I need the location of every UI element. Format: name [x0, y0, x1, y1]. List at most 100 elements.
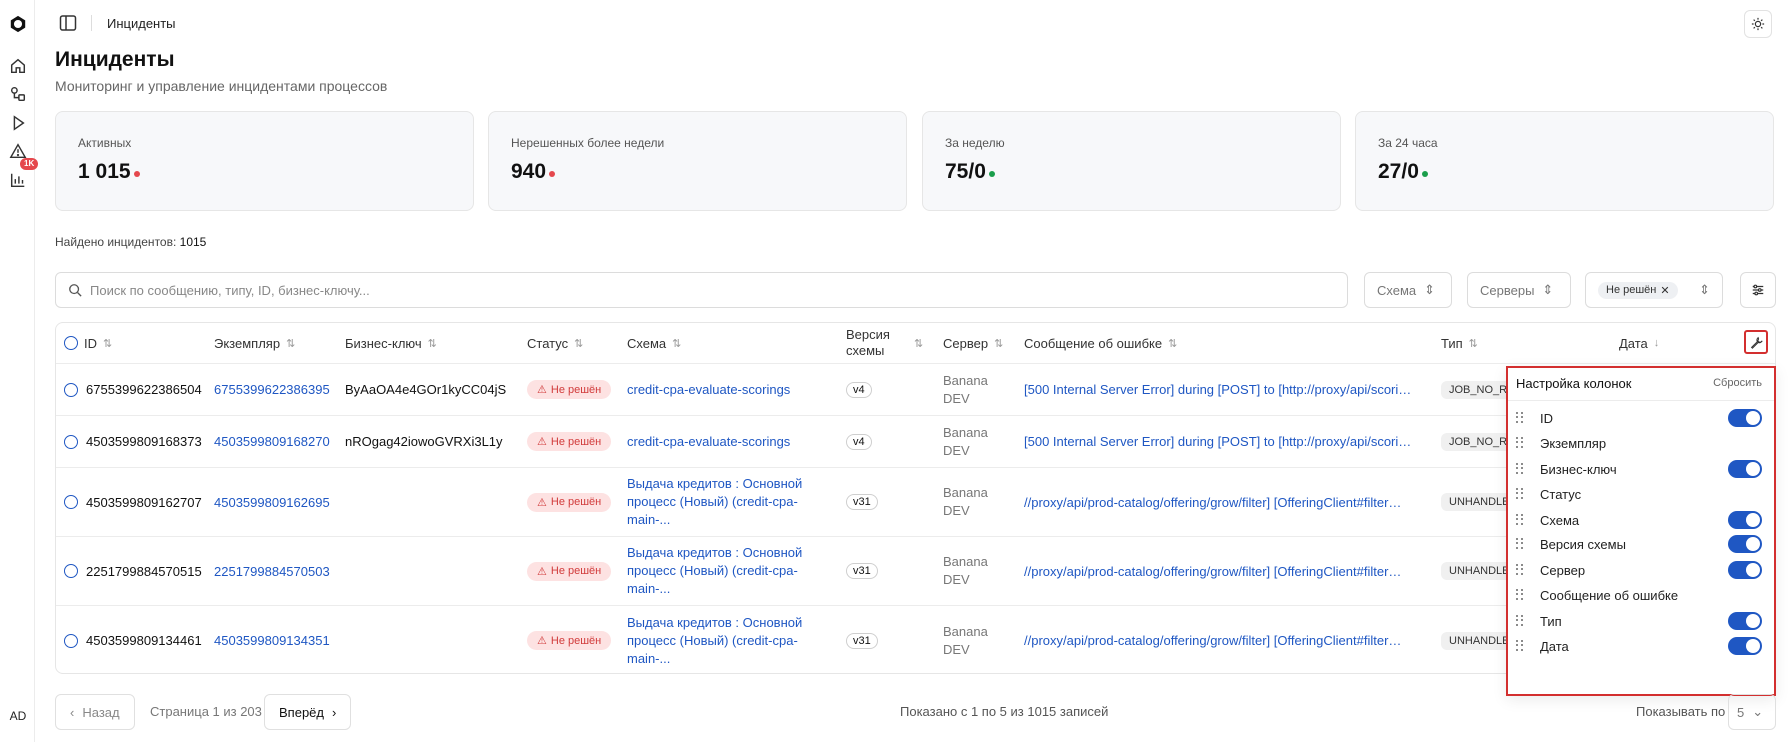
- column-option-id[interactable]: ID: [1516, 407, 1766, 429]
- logo-icon[interactable]: [8, 14, 28, 34]
- drag-handle-icon[interactable]: [1516, 589, 1524, 601]
- drag-handle-icon[interactable]: [1516, 640, 1524, 652]
- cell-schema-link[interactable]: credit-cpa-evaluate-scorings: [627, 364, 790, 415]
- column-settings-popover: Настройка колонок Сбросить ID Экземпляр …: [1506, 366, 1776, 696]
- cell-error-link[interactable]: //proxy/api/prod-catalog/offering/grow/f…: [1024, 468, 1401, 536]
- drag-handle-icon[interactable]: [1516, 615, 1524, 627]
- cell-id: 4503599809168373: [64, 416, 202, 467]
- drag-handle-icon[interactable]: [1516, 412, 1524, 424]
- drag-handle-icon[interactable]: [1516, 437, 1524, 449]
- status-dot: [988, 171, 995, 177]
- cell-instance-link[interactable]: 6755399622386395: [214, 364, 330, 415]
- schema-filter[interactable]: Схема ⇕: [1364, 272, 1452, 308]
- row-select-radio[interactable]: [64, 434, 78, 449]
- chart-icon[interactable]: [8, 170, 28, 190]
- cell-schema-link[interactable]: Выдача кредитов : Основной процесс (Новый…: [627, 468, 802, 536]
- drag-handle-icon[interactable]: [1516, 463, 1524, 475]
- avatar[interactable]: AD: [4, 704, 32, 728]
- top-bar: Инциденты: [35, 0, 1788, 46]
- reset-button[interactable]: Сбросить: [1713, 377, 1762, 389]
- home-icon[interactable]: [8, 56, 28, 76]
- select-all-radio[interactable]: [64, 336, 78, 350]
- cell-instance-link[interactable]: 4503599809134351: [214, 606, 330, 673]
- next-page-button[interactable]: Вперёд ›: [264, 694, 352, 730]
- toggle-switch[interactable]: [1728, 409, 1762, 427]
- cell-error-link[interactable]: //proxy/api/prod-catalog/offering/grow/f…: [1024, 606, 1401, 673]
- status-filter[interactable]: Не решён ✕ ⇕: [1585, 272, 1723, 308]
- drag-handle-icon[interactable]: [1516, 488, 1524, 500]
- cell-error-link[interactable]: //proxy/api/prod-catalog/offering/grow/f…: [1024, 537, 1401, 605]
- row-select-radio[interactable]: [64, 633, 78, 648]
- sort-icon: ⇅: [1168, 337, 1178, 350]
- stat-label: Нерешенных более недели: [511, 136, 665, 150]
- toggle-switch[interactable]: [1728, 612, 1762, 630]
- servers-filter[interactable]: Серверы ⇕: [1467, 272, 1571, 308]
- column-option-status[interactable]: Статус: [1516, 483, 1766, 505]
- search-input[interactable]: [90, 282, 1290, 298]
- toggle-switch[interactable]: [1728, 637, 1762, 655]
- search-box[interactable]: [55, 272, 1348, 308]
- status-dot: [549, 171, 556, 177]
- cell-server: Banana DEV: [943, 554, 988, 587]
- prev-page-button[interactable]: ‹ Назад: [55, 694, 135, 730]
- cell-error-link[interactable]: [500 Internal Server Error] during [POST…: [1024, 416, 1411, 467]
- column-option-schema[interactable]: Схема: [1516, 509, 1766, 531]
- row-select-radio[interactable]: [64, 564, 78, 578]
- per-page-select[interactable]: 5 ⌄: [1728, 694, 1776, 730]
- cell-status: ⚠ Не решён: [527, 606, 612, 673]
- row-select-radio[interactable]: [64, 495, 78, 509]
- column-option-type[interactable]: Тип: [1516, 610, 1766, 632]
- cell-schema-link[interactable]: Выдача кредитов : Основной процесс (Новый…: [627, 606, 802, 673]
- col-header-business-key[interactable]: Бизнес-ключ ⇅: [345, 323, 437, 363]
- drag-handle-icon[interactable]: [1516, 564, 1524, 576]
- theme-toggle-button[interactable]: [1744, 10, 1772, 38]
- filter-settings-button[interactable]: [1740, 272, 1776, 308]
- cell-server: Banana DEV: [943, 623, 988, 657]
- wrench-icon: [1750, 336, 1763, 349]
- column-settings-button[interactable]: [1744, 330, 1768, 354]
- column-option-server[interactable]: Сервер: [1516, 559, 1766, 581]
- stat-card-24h: За 24 часа 27/0: [1355, 111, 1774, 211]
- divider: [1508, 400, 1774, 401]
- close-icon[interactable]: ✕: [1660, 284, 1669, 297]
- col-header-id[interactable]: ID ⇅: [64, 323, 112, 363]
- cell-status: ⚠ Не решён: [527, 468, 612, 536]
- search-icon: [69, 284, 82, 297]
- cell-schema-link[interactable]: credit-cpa-evaluate-scorings: [627, 416, 790, 467]
- column-option-date[interactable]: Дата: [1516, 635, 1766, 657]
- col-header-schema-version[interactable]: Версия схемы ⇅: [846, 323, 923, 363]
- toggle-switch[interactable]: [1728, 561, 1762, 579]
- toggle-switch[interactable]: [1728, 511, 1762, 529]
- breadcrumb[interactable]: Инциденты: [107, 16, 176, 31]
- col-header-status[interactable]: Статус ⇅: [527, 323, 583, 363]
- drag-handle-icon[interactable]: [1516, 514, 1524, 526]
- cell-instance-link[interactable]: 2251799884570503: [214, 537, 330, 605]
- cell-instance-link[interactable]: 4503599809162695: [214, 468, 330, 536]
- col-header-schema[interactable]: Схема ⇅: [627, 323, 681, 363]
- play-icon[interactable]: [8, 113, 28, 133]
- toggle-switch[interactable]: [1728, 535, 1762, 553]
- col-header-error[interactable]: Сообщение об ошибке ⇅: [1024, 323, 1177, 363]
- column-option-error[interactable]: Сообщение об ошибке: [1516, 584, 1766, 606]
- sidebar-toggle-icon[interactable]: [59, 14, 77, 32]
- page-title: Инциденты: [55, 48, 175, 71]
- stat-value: 940: [511, 160, 556, 184]
- processes-icon[interactable]: [8, 84, 28, 104]
- page-subtitle: Мониторинг и управление инцидентами проц…: [55, 78, 388, 94]
- drag-handle-icon[interactable]: [1516, 538, 1524, 550]
- toggle-switch[interactable]: [1728, 460, 1762, 478]
- divider: [91, 15, 92, 31]
- row-select-radio[interactable]: [64, 382, 78, 397]
- stat-card-week: За неделю 75/0: [922, 111, 1341, 211]
- cell-instance-link[interactable]: 4503599809168270: [214, 416, 330, 467]
- col-header-instance[interactable]: Экземпляр ⇅: [214, 323, 295, 363]
- cell-schema-link[interactable]: Выдача кредитов : Основной процесс (Новый…: [627, 537, 802, 605]
- column-option-schema-version[interactable]: Версия схемы: [1516, 533, 1766, 555]
- cell-id: 4503599809134461: [64, 606, 202, 673]
- col-header-type[interactable]: Тип ⇅: [1441, 323, 1478, 363]
- col-header-date[interactable]: Дата ↓: [1619, 323, 1659, 363]
- column-option-instance[interactable]: Экземпляр: [1516, 432, 1766, 454]
- column-option-business-key[interactable]: Бизнес-ключ: [1516, 458, 1766, 480]
- col-header-server[interactable]: Сервер ⇅: [943, 323, 1003, 363]
- cell-error-link[interactable]: [500 Internal Server Error] during [POST…: [1024, 364, 1411, 415]
